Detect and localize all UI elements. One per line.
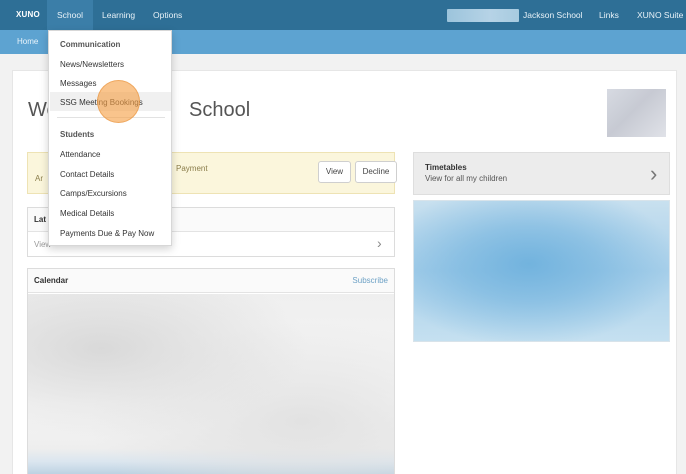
nav-school[interactable]: School	[47, 0, 93, 30]
nav-xuno-suite[interactable]: XUNO Suite	[637, 0, 683, 30]
calendar-title: Calendar	[34, 276, 69, 285]
school-name[interactable]: Jackson School	[523, 0, 583, 30]
calendar-panel: Calendar Subscribe	[27, 268, 395, 474]
school-logo	[607, 89, 666, 137]
timetables-subtitle: View for all my children	[425, 174, 508, 183]
nav-links[interactable]: Links	[599, 0, 619, 30]
click-indicator	[97, 80, 140, 123]
notice-payment-text: Payment	[176, 164, 208, 173]
menu-item-payments-due[interactable]: Payments Due & Pay Now	[60, 229, 154, 238]
latest-title: Lat	[34, 215, 46, 224]
calendar-body-blurred	[28, 294, 394, 474]
breadcrumb-home[interactable]: Home	[17, 30, 38, 54]
menu-header-students: Students	[60, 130, 95, 139]
menu-item-attendance[interactable]: Attendance	[60, 150, 100, 159]
menu-item-news-newsletters[interactable]: News/Newsletters	[60, 60, 124, 69]
decline-button[interactable]: Decline	[355, 161, 397, 183]
blurred-image-panel	[413, 200, 670, 342]
menu-header-communication: Communication	[60, 40, 121, 49]
menu-item-camps-excursions[interactable]: Camps/Excursions	[60, 189, 127, 198]
menu-item-contact-details[interactable]: Contact Details	[60, 170, 114, 179]
view-button[interactable]: View	[318, 161, 351, 183]
notice-line2: Ar	[35, 174, 43, 183]
calendar-header: Calendar Subscribe	[28, 269, 394, 293]
timetables-title: Timetables	[425, 163, 467, 172]
school-dropdown-menu: Communication News/Newsletters Messages …	[48, 30, 172, 246]
chevron-right-icon[interactable]: ›	[377, 235, 382, 251]
nav-options[interactable]: Options	[153, 0, 182, 30]
redacted-user-name	[447, 9, 519, 22]
nav-learning[interactable]: Learning	[102, 0, 135, 30]
chevron-right-icon[interactable]: ›	[650, 161, 657, 187]
menu-item-messages[interactable]: Messages	[60, 79, 96, 88]
timetables-card[interactable]: Timetables View for all my children ›	[413, 152, 670, 195]
menu-item-medical-details[interactable]: Medical Details	[60, 209, 114, 218]
xuno-logo[interactable]: XUNO	[16, 0, 40, 30]
subscribe-link[interactable]: Subscribe	[352, 276, 388, 285]
page-title-end: School	[189, 99, 251, 121]
top-navbar: XUNO School Learning Options Jackson Sch…	[0, 0, 686, 30]
